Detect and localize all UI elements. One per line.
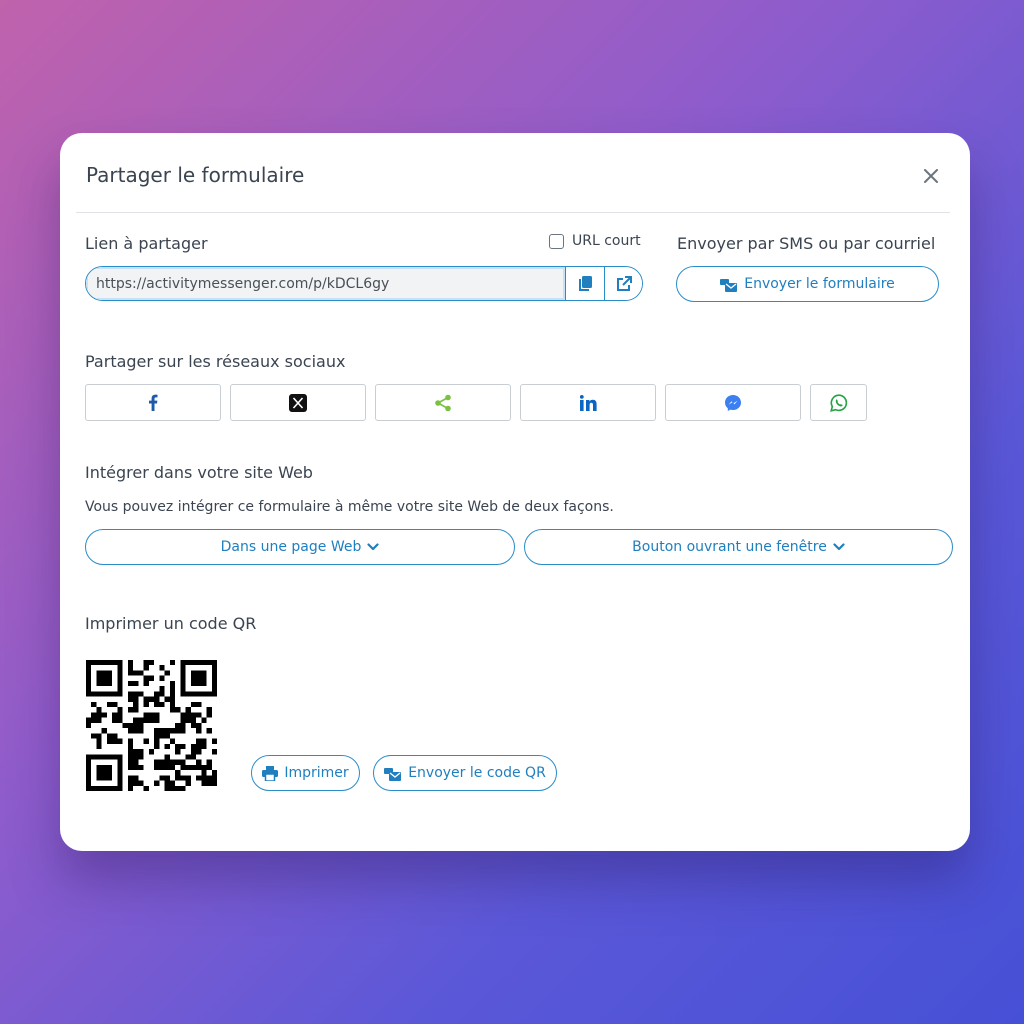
share-url-input[interactable] (86, 267, 566, 300)
embed-description: Vous pouvez intégrer ce formulaire à mêm… (85, 499, 614, 515)
messenger-icon (725, 394, 741, 411)
modal-title: Partager le formulaire (86, 163, 305, 187)
close-icon (924, 169, 938, 183)
short-url-label: URL court (572, 233, 641, 249)
share-url-group (85, 266, 643, 301)
share-facebook-button[interactable] (85, 384, 221, 421)
send-message-icon (720, 278, 738, 292)
embed-window-dropdown[interactable]: Bouton ouvrant une fenêtre (524, 529, 953, 565)
facebook-icon (149, 394, 158, 411)
embed-page-dropdown[interactable]: Dans une page Web (85, 529, 515, 565)
share-messenger-button[interactable] (665, 384, 801, 421)
close-button[interactable] (920, 165, 942, 187)
printer-icon (262, 765, 279, 781)
chevron-down-icon (367, 543, 379, 551)
share-whatsapp-button[interactable] (810, 384, 867, 421)
external-link-icon (616, 275, 632, 291)
send-form-button[interactable]: Envoyer le formulaire (676, 266, 939, 302)
social-section-label: Partager sur les réseaux sociaux (85, 352, 346, 371)
header-divider (76, 212, 950, 213)
x-icon (289, 393, 307, 412)
share-form-modal: Partager le formulaire Lien à partager U… (60, 133, 970, 851)
send-message-icon (384, 767, 402, 781)
embed-section-label: Intégrer dans votre site Web (85, 463, 313, 482)
send-qr-button[interactable]: Envoyer le code QR (373, 755, 557, 791)
share-linkedin-button[interactable] (520, 384, 656, 421)
whatsapp-icon (829, 393, 847, 412)
short-url-checkbox[interactable] (549, 233, 564, 249)
copy-url-button[interactable] (566, 267, 604, 300)
share-x-button[interactable] (230, 384, 366, 421)
copy-icon (579, 275, 592, 291)
qr-section-label: Imprimer un code QR (85, 614, 257, 633)
print-qr-button[interactable]: Imprimer (251, 755, 360, 791)
share-link-label: Lien à partager (85, 234, 208, 253)
send-section-label: Envoyer par SMS ou par courriel (677, 234, 936, 253)
linkedin-icon (579, 394, 597, 411)
share-icon (435, 394, 451, 411)
short-url-toggle[interactable]: URL court (549, 233, 641, 249)
open-url-button[interactable] (604, 267, 642, 300)
chevron-down-icon (833, 543, 845, 551)
share-generic-button[interactable] (375, 384, 511, 421)
qr-code-image (86, 660, 217, 791)
